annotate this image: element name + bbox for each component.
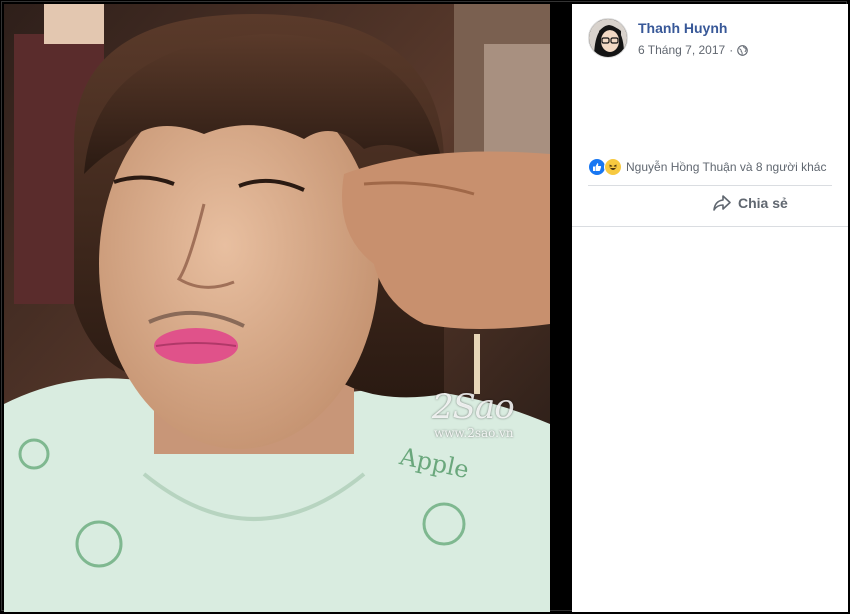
globe-icon[interactable] xyxy=(737,44,749,56)
divider xyxy=(588,185,832,186)
watermark-logo: 2Sao xyxy=(432,387,515,427)
divider xyxy=(572,226,848,227)
author-name[interactable]: Thanh Huynh xyxy=(638,20,727,36)
post-photo[interactable]: Apple 2Sao www.2sao.vn xyxy=(4,4,550,612)
photo-illustration: Apple xyxy=(4,4,550,612)
haha-icon xyxy=(604,158,622,176)
post-viewer: Apple 2Sao www.2sao.vn Thanh Huynh 6 Thá… xyxy=(1,1,848,612)
watermark-url: www.2sao.vn xyxy=(434,426,514,440)
share-button[interactable]: Chia sẻ xyxy=(712,194,788,212)
share-label: Chia sẻ xyxy=(738,195,788,211)
post-date[interactable]: 6 Tháng 7, 2017 xyxy=(638,43,725,57)
post-side-panel: Thanh Huynh 6 Tháng 7, 2017 · Nguyễn Hồn… xyxy=(572,4,848,612)
reactions-summary[interactable]: Nguyễn Hồng Thuận và 8 người khác xyxy=(588,158,826,176)
post-meta: 6 Tháng 7, 2017 · xyxy=(638,43,749,57)
reactions-text: Nguyễn Hồng Thuận và 8 người khác xyxy=(626,160,827,174)
avatar[interactable] xyxy=(588,18,628,58)
meta-separator: · xyxy=(729,43,734,57)
share-arrow-icon xyxy=(713,195,731,211)
photo-watermark: 2Sao www.2sao.vn xyxy=(432,387,515,440)
